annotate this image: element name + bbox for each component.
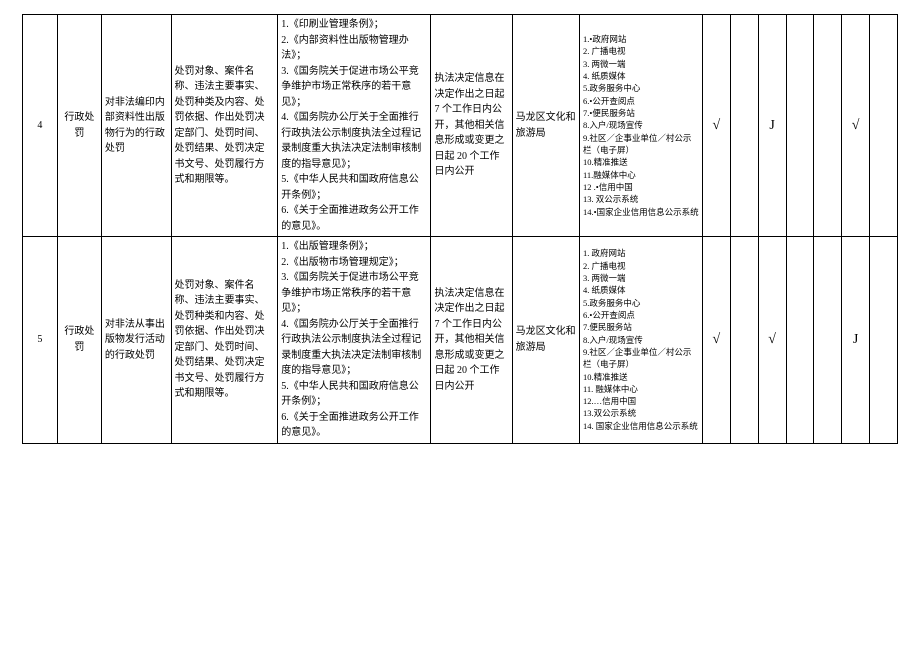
mark-1: √	[702, 237, 730, 444]
mark-5	[814, 15, 842, 237]
mark-6: √	[842, 15, 870, 237]
row-time: 执法决定信息在决定作出之日起 7 个工作日内公开，其他相关信息形成或变更之日起 …	[431, 15, 512, 237]
row-content: 处罚对象、案件名称、违法主要事实、处罚种类和内容、处罚依据、作出处罚决定部门、处…	[171, 237, 278, 444]
mark-6: J	[842, 237, 870, 444]
row-no: 5	[23, 237, 58, 444]
mark-3: √	[758, 237, 786, 444]
mark-5	[814, 237, 842, 444]
row-no: 4	[23, 15, 58, 237]
mark-1: √	[702, 15, 730, 237]
row-channels: 1.•政府网站2. 广播电视3. 两微一端4. 纸质媒体5.政务服务中心6.•公…	[579, 15, 702, 237]
row-type: 行政处罚	[57, 237, 101, 444]
row-basis: 1.《印刷业管理条例》；2.《内部资料性出版物管理办法》；3.《国务院关于促进市…	[278, 15, 431, 237]
row-content: 处罚对象、案件名称、违法主要事实、处罚种类及内容、处罚依据、作出处罚决定部门、处…	[171, 15, 278, 237]
mark-4	[786, 15, 814, 237]
mark-2	[730, 15, 758, 237]
row-name: 对非法编印内部资料性出版物行为的行政处罚	[101, 15, 171, 237]
row-time: 执法决定信息在决定作出之日起 7 个工作日内公开，其他相关信息形成或变更之日起 …	[431, 237, 512, 444]
mark-7	[870, 15, 898, 237]
mark-3: J	[758, 15, 786, 237]
row-type: 行政处罚	[57, 15, 101, 237]
row-channels: 1. 政府网站2. 广播电视3. 两微一端4. 纸质媒体5.政务服务中心6.•公…	[579, 237, 702, 444]
row-name: 对非法从事出版物发行活动的行政处罚	[101, 237, 171, 444]
disclosure-table: 4行政处罚对非法编印内部资料性出版物行为的行政处罚处罚对象、案件名称、违法主要事…	[22, 14, 898, 444]
row-dept: 马龙区文化和旅游局	[512, 15, 579, 237]
row-basis: 1.《出版管理条例》；2.《出版物市场管理规定》；3.《国务院关于促进市场公平竞…	[278, 237, 431, 444]
mark-4	[786, 237, 814, 444]
mark-7	[870, 237, 898, 444]
row-dept: 马龙区文化和旅游局	[512, 237, 579, 444]
mark-2	[730, 237, 758, 444]
